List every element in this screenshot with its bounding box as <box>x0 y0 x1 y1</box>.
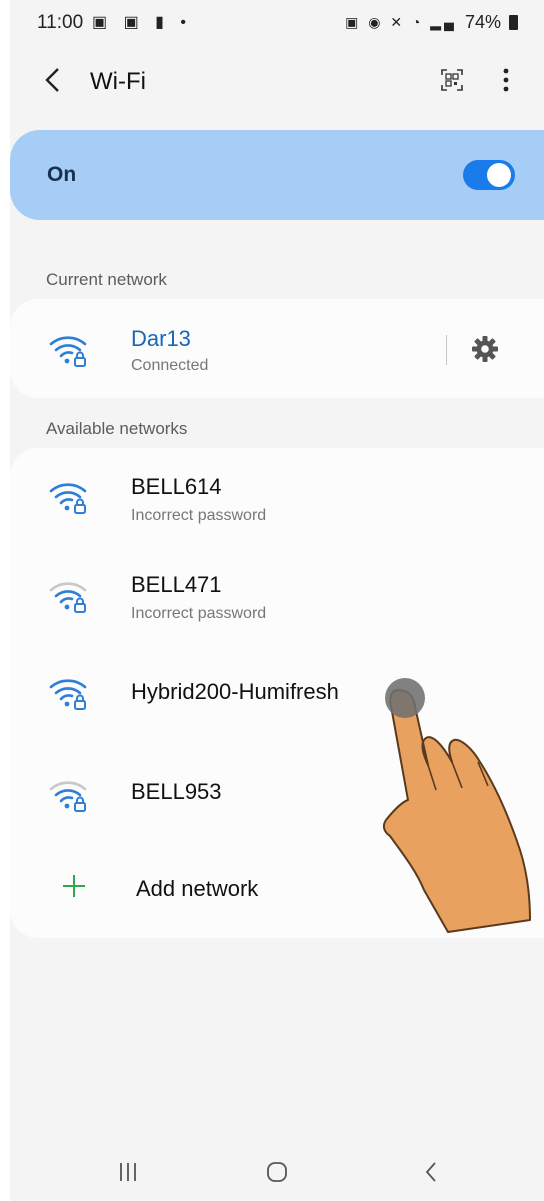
current-network-card: Dar13 Connected <box>10 299 544 398</box>
battery-percent: 74% <box>464 12 501 32</box>
gear-icon[interactable] <box>471 335 499 363</box>
wifi-lock-icon <box>49 483 87 514</box>
current-network-name: Dar13 <box>131 326 191 351</box>
wifi-lock-icon <box>49 679 87 710</box>
wifi-toggle-label: On <box>47 163 77 186</box>
pointing-hand-cursor <box>382 678 531 933</box>
back-arrow-icon[interactable] <box>40 65 68 95</box>
wifi-lock-icon <box>49 781 87 812</box>
network-name: Hybrid200-Humifresh <box>131 679 339 704</box>
page-title: Wi-Fi <box>90 68 146 95</box>
network-name: BELL614 <box>131 474 222 499</box>
network-name: BELL471 <box>131 572 222 597</box>
network-name: BELL953 <box>131 779 222 804</box>
wifi-toggle-card[interactable]: On <box>10 130 544 220</box>
status-bar: 11:00 ▣ ▣ ▮ • ▣ ◉ ✕ ◔ ▂▄ 74% <box>10 0 544 46</box>
qr-code-icon[interactable] <box>440 68 464 92</box>
recent-apps-icon[interactable] <box>118 1162 138 1182</box>
current-network-status: Connected <box>131 357 209 374</box>
status-time: 11:00 <box>37 12 84 33</box>
navigation-bar <box>10 1140 544 1201</box>
status-right: ▣ ◉ ✕ ◔ ▂▄ 74% <box>345 12 518 33</box>
screen: 11:00 ▣ ▣ ▮ • ▣ ◉ ✕ ◔ ▂▄ 74% Wi-Fi On Cu… <box>10 0 544 1201</box>
app-bar: Wi-Fi <box>10 50 544 110</box>
system-icons: ▣ ◉ ✕ ◔ ▂▄ <box>345 14 457 30</box>
battery-icon <box>509 15 518 30</box>
network-status: Incorrect password <box>131 605 267 622</box>
current-network-header: Current network <box>46 270 167 289</box>
current-network-row[interactable]: Dar13 Connected <box>10 299 544 398</box>
wifi-lock-icon <box>49 336 87 367</box>
wifi-switch[interactable] <box>463 160 515 190</box>
more-options-icon[interactable] <box>500 66 512 94</box>
back-icon[interactable] <box>424 1160 438 1184</box>
home-icon[interactable] <box>266 1161 288 1183</box>
notification-icons: ▣ ▣ ▮ • <box>92 14 192 31</box>
network-row-bell614[interactable]: BELL614 Incorrect password <box>10 448 544 546</box>
divider <box>446 335 447 365</box>
available-networks-header: Available networks <box>46 419 188 438</box>
switch-knob <box>487 163 511 187</box>
add-network-label: Add network <box>136 876 259 901</box>
network-row-bell471[interactable]: BELL471 Incorrect password <box>10 546 544 644</box>
network-status: Incorrect password <box>131 507 267 524</box>
plus-icon <box>63 875 85 897</box>
wifi-lock-icon <box>49 582 87 613</box>
